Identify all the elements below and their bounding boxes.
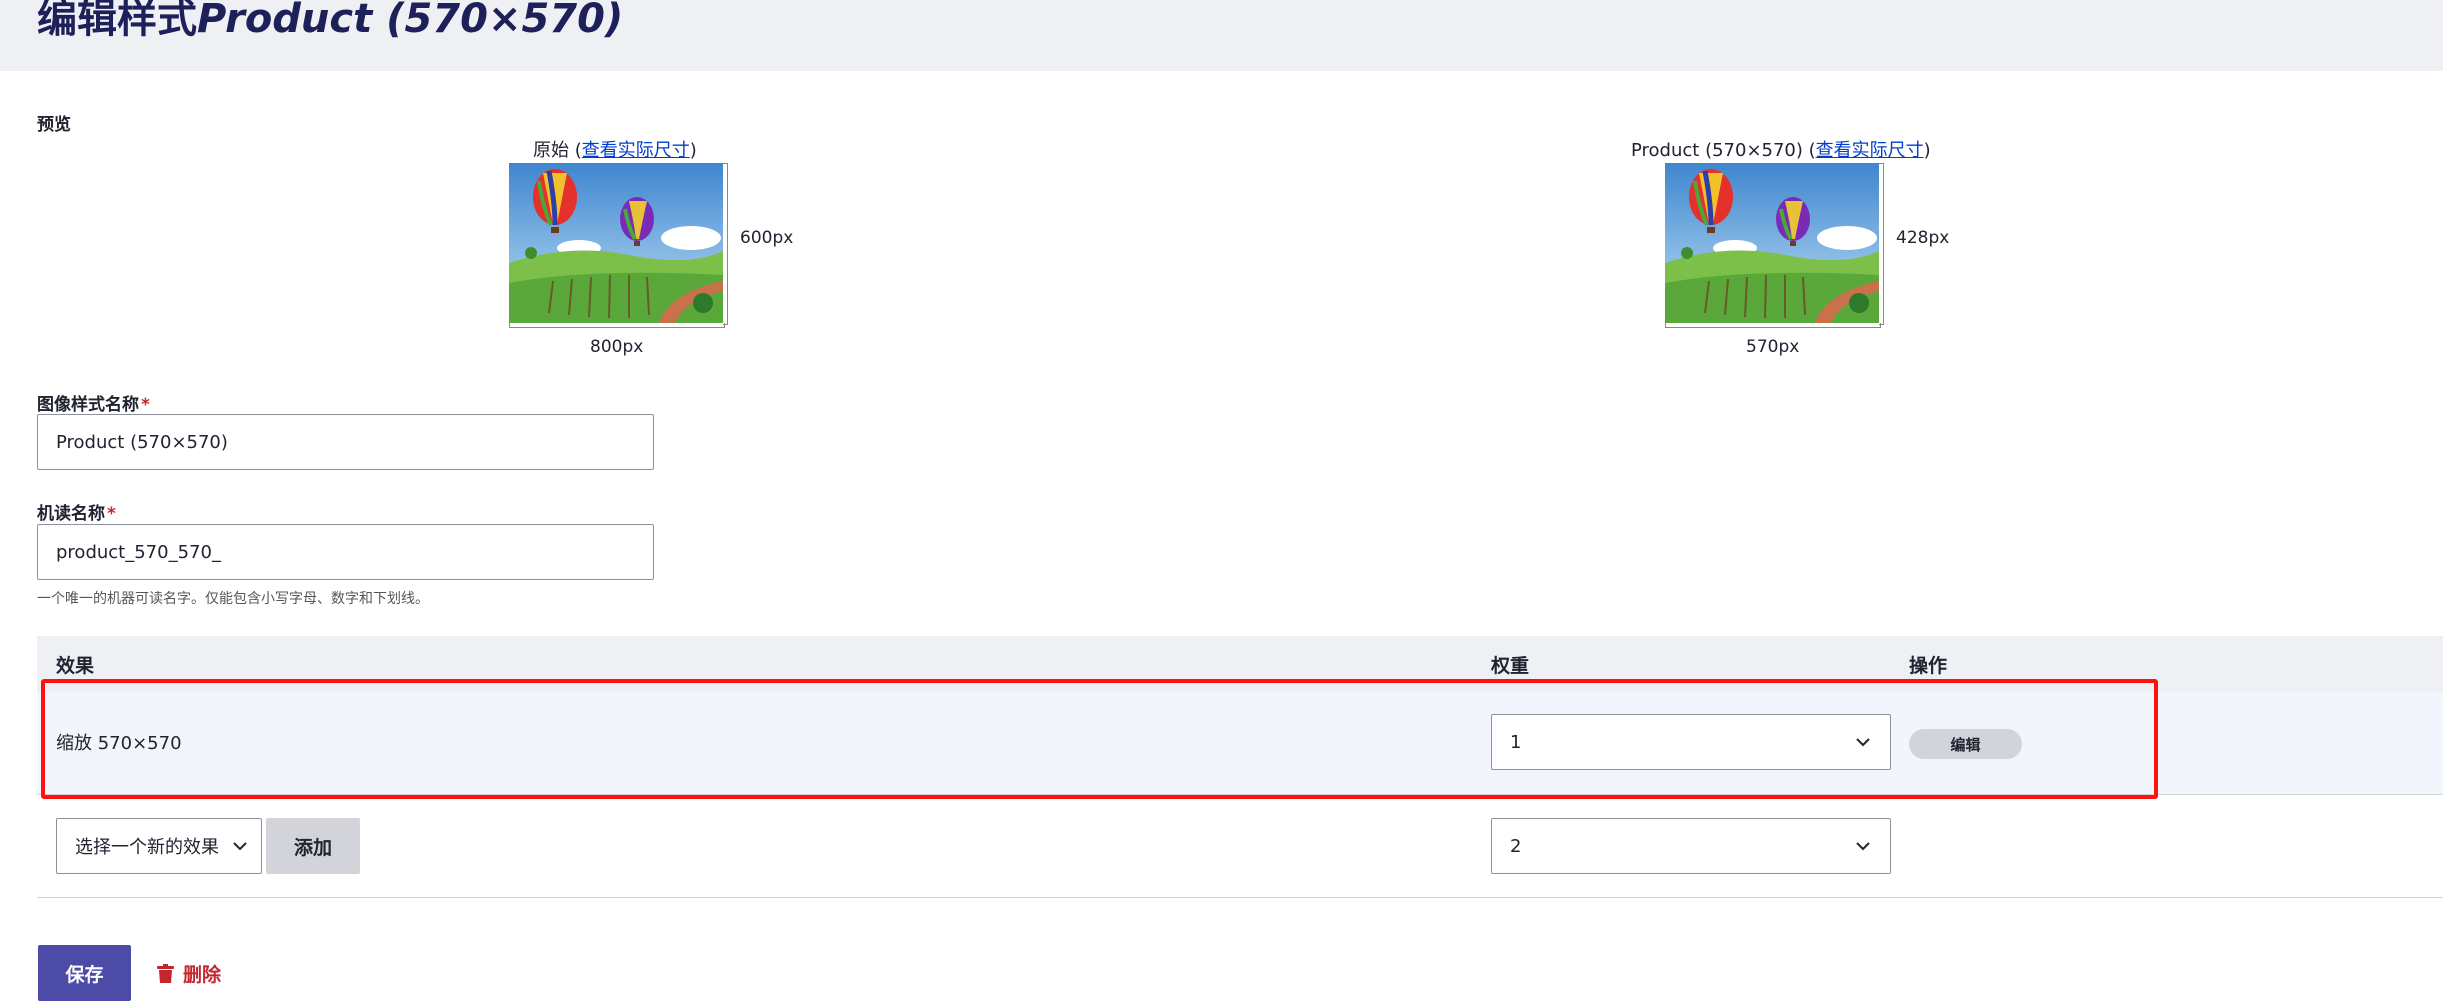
derivative-height-dimension-line — [1879, 163, 1884, 325]
delete-label: 删除 — [183, 964, 222, 986]
column-header-effect: 效果 — [56, 655, 95, 677]
machine-name-label-text: 机读名称 — [37, 504, 105, 524]
derivative-height-label: 428px — [1896, 228, 1950, 248]
original-view-actual-size-link[interactable]: 查看实际尺寸 — [582, 140, 690, 161]
original-height-label: 600px — [740, 228, 794, 248]
required-marker: * — [141, 395, 150, 415]
delete-link[interactable]: 删除 — [157, 960, 221, 987]
row-divider — [37, 897, 2443, 898]
page-title: 编辑样式Product (570×570) — [37, 0, 623, 44]
original-width-dimension-line — [509, 323, 725, 328]
trash-icon — [157, 964, 174, 983]
machine-name-label: 机读名称 * — [37, 499, 116, 524]
original-preview-caption: 原始 (查看实际尺寸) — [533, 140, 697, 161]
derivative-view-actual-size-link[interactable]: 查看实际尺寸 — [1816, 140, 1924, 161]
weight-select-value: 2 — [1510, 835, 1522, 857]
original-height-dimension-line — [723, 163, 728, 325]
column-header-operations: 操作 — [1909, 655, 1948, 677]
balloon-landscape-image — [509, 163, 723, 323]
page-title-style-name: Product (570×570) — [197, 0, 624, 42]
machine-name-input[interactable] — [37, 524, 654, 580]
add-effect-button[interactable]: 添加 — [266, 818, 360, 874]
page-title-prefix: 编辑样式 — [37, 0, 197, 42]
chevron-down-icon — [1856, 842, 1870, 851]
machine-name-help: 一个唯一的机器可读名字。仅能包含小写字母、数字和下划线。 — [37, 591, 429, 607]
style-name-label: 图像样式名称 * — [37, 390, 150, 415]
column-header-weight: 权重 — [1491, 655, 1530, 677]
derivative-preview-caption: Product (570×570) (查看实际尺寸) — [1631, 140, 1931, 161]
new-effect-select-placeholder: 选择一个新的效果 — [75, 837, 219, 858]
derivative-width-dimension-line — [1665, 323, 1881, 328]
preview-label: 预览 — [37, 115, 71, 135]
original-caption-text: 原始 — [533, 140, 569, 161]
highlight-box — [41, 679, 2158, 799]
new-effect-select[interactable]: 选择一个新的效果 — [56, 818, 262, 874]
required-marker: * — [107, 504, 116, 524]
original-width-label: 800px — [590, 337, 644, 357]
save-button[interactable]: 保存 — [38, 945, 131, 1001]
derivative-preview-image — [1665, 163, 1879, 323]
weight-select-new-effect[interactable]: 2 — [1491, 818, 1891, 874]
style-name-input[interactable] — [37, 414, 654, 470]
derivative-caption-text: Product (570×570) — [1631, 140, 1803, 161]
chevron-down-icon — [233, 842, 247, 851]
original-preview-image — [509, 163, 723, 323]
balloon-landscape-image — [1665, 163, 1879, 323]
style-name-label-text: 图像样式名称 — [37, 395, 139, 415]
derivative-width-label: 570px — [1746, 337, 1800, 357]
